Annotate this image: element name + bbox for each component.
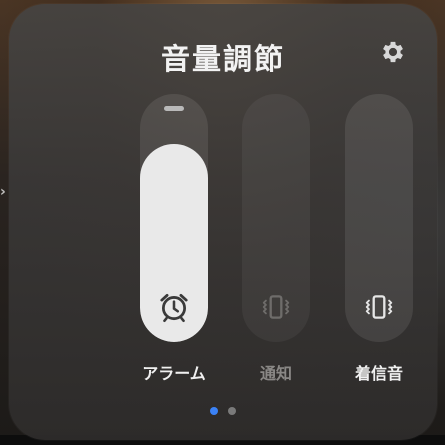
- ringtone-label: 着信音: [354, 364, 403, 383]
- vibrate-icon: [262, 295, 290, 319]
- alarm-clock-icon: [160, 293, 188, 323]
- panel-title: 音量調節: [160, 42, 285, 76]
- notification-label: 通知: [259, 364, 292, 383]
- notification-volume-slider[interactable]: [242, 94, 310, 342]
- alarm-volume-slider[interactable]: [140, 94, 208, 342]
- volume-panel: 音量調節 アラーム 通知 着信音: [9, 4, 437, 440]
- page-dot-1[interactable]: [210, 407, 218, 415]
- ringtone-volume-slider[interactable]: [345, 94, 413, 342]
- slider-handle[interactable]: [164, 106, 184, 111]
- gear-icon[interactable]: [379, 38, 407, 66]
- page-dot-2[interactable]: [228, 407, 236, 415]
- page-indicator: [9, 407, 437, 415]
- background-edge-text: ›: [0, 184, 6, 200]
- vibrate-icon: [365, 295, 393, 319]
